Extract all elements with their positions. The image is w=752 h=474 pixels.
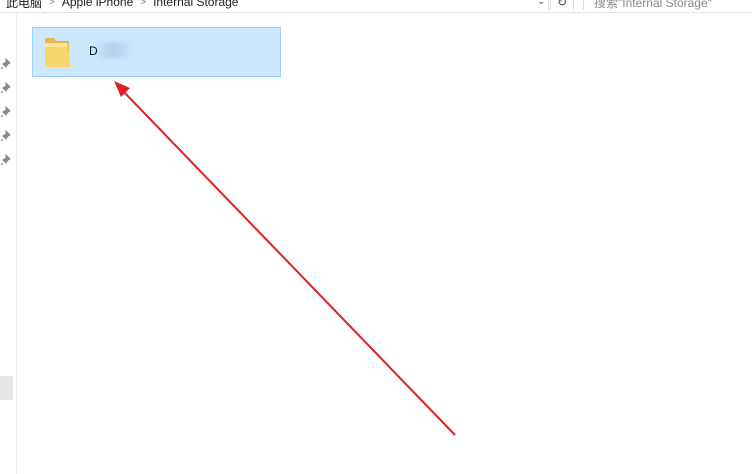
address-toolbar: 此电脑 > Apple iPhone > Internal Storage ⌄ … xyxy=(0,0,752,13)
refresh-icon: ↻ xyxy=(556,0,568,9)
pin-icon[interactable] xyxy=(0,82,12,94)
breadcrumb-this-pc[interactable]: 此电脑 xyxy=(6,0,42,11)
breadcrumb: 此电脑 > Apple iPhone > Internal Storage xyxy=(6,0,238,10)
redacted-blur xyxy=(97,42,131,58)
navigation-pane[interactable] xyxy=(0,13,17,474)
breadcrumb-separator[interactable]: > xyxy=(140,0,146,8)
scrollbar-thumb[interactable] xyxy=(0,376,13,400)
folder-icon xyxy=(45,38,71,67)
pin-icon[interactable] xyxy=(0,154,12,166)
pin-icon[interactable] xyxy=(0,106,12,118)
address-bar[interactable]: 此电脑 > Apple iPhone > Internal Storage ⌄ xyxy=(0,0,549,10)
search-placeholder: 搜索"Internal Storage" xyxy=(594,0,712,10)
refresh-button[interactable]: ↻ xyxy=(550,0,574,10)
pin-icon[interactable] xyxy=(0,130,12,142)
folder-item[interactable]: D xyxy=(32,27,281,77)
search-input[interactable]: 搜索"Internal Storage" xyxy=(583,0,752,10)
pin-icon[interactable] xyxy=(0,58,12,70)
chevron-down-icon[interactable]: ⌄ xyxy=(537,0,545,7)
breadcrumb-separator[interactable]: > xyxy=(49,0,55,8)
breadcrumb-apple-iphone[interactable]: Apple iPhone xyxy=(62,0,133,9)
breadcrumb-internal-storage[interactable]: Internal Storage xyxy=(153,0,238,9)
